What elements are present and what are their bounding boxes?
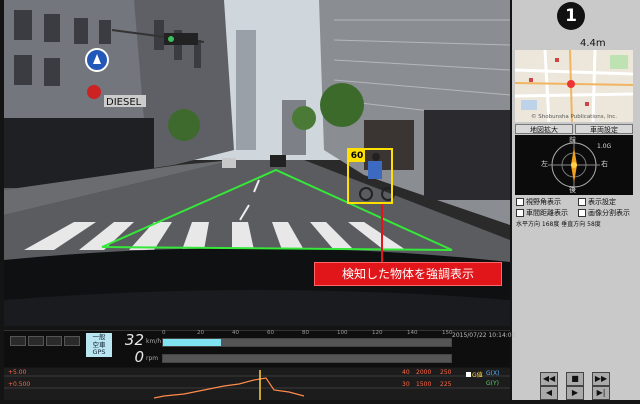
speed-bar: [162, 338, 452, 347]
step-back-button[interactable]: ◀: [540, 386, 558, 400]
status-indicator: 一般 空車 GPS: [86, 333, 112, 357]
g-sensor-compass: 前 後 左 右 1.0G: [515, 135, 633, 195]
speed-tick-label: 150: [442, 330, 453, 336]
graph-tick: 40: [402, 369, 410, 376]
speed-tick-label: 100: [337, 330, 348, 336]
compass-front: 前: [569, 136, 576, 144]
speed-tick-label: 0: [162, 330, 166, 336]
graph-tick: 30: [402, 381, 410, 388]
camera-number[interactable]: 1: [557, 2, 585, 30]
compass-right: 右: [601, 160, 608, 168]
vehicle-settings-button[interactable]: 車両設定: [575, 124, 633, 134]
fov-display-checkbox[interactable]: 視野角表示: [516, 197, 561, 207]
speed-tick-label: 40: [232, 330, 239, 336]
graph-tick: 2000: [416, 369, 432, 376]
checkbox-icon: [516, 209, 524, 217]
legend-gx[interactable]: G(X): [486, 370, 499, 377]
graph-tick: 225: [440, 381, 452, 388]
status-gps: GPS: [92, 348, 106, 356]
following-distance-checkbox[interactable]: 車間距離表示: [516, 208, 568, 218]
speed-tick-label: 60: [267, 330, 274, 336]
rpm-value: 0: [134, 348, 144, 366]
play-button[interactable]: ▶: [566, 386, 584, 400]
checkbox-icon: [578, 209, 586, 217]
rewind-button[interactable]: ◀◀: [540, 372, 558, 386]
graph-tick-top: +5.00: [8, 369, 27, 376]
stop-button[interactable]: ■: [566, 372, 584, 386]
display-settings-label: 表示設定: [588, 198, 616, 206]
diesel-sign: DIESEL: [106, 97, 142, 108]
compass-left: 左: [541, 160, 548, 168]
graph-tick-mid: +0.500: [8, 381, 31, 388]
checkbox-icon: [578, 198, 586, 206]
detection-label: 60: [349, 150, 365, 162]
map-zoom-button[interactable]: 地図拡大: [515, 124, 573, 134]
speed-tick-label: 140: [407, 330, 418, 336]
speed-tick-label: 80: [302, 330, 309, 336]
fov-display-label: 視野角表示: [526, 198, 561, 206]
fast-forward-button[interactable]: ▶▶: [592, 372, 610, 386]
timestamp: 2015/07/22 10:14:08: [452, 332, 516, 339]
direction-readout: 水平方向 168度 垂直方向 58度: [516, 221, 601, 228]
split-view-checkbox[interactable]: 画像分割表示: [578, 208, 630, 218]
indicator-led: [10, 336, 26, 346]
distance-readout: 4.4m: [580, 38, 606, 49]
speed-ticks: 0 20 40 60 80 100 120 140 150: [162, 330, 453, 338]
compass-scale: 1.0G: [597, 143, 612, 150]
checkbox-icon: [516, 198, 524, 206]
legend-gvalue[interactable]: G値: [466, 370, 483, 379]
indicator-led: [46, 336, 62, 346]
graph-tick: 1500: [416, 381, 432, 388]
speed-unit: km/h: [146, 338, 162, 345]
compass-back: 後: [569, 186, 576, 194]
following-distance-label: 車間距離表示: [526, 209, 568, 217]
speed-tick-label: 20: [197, 330, 204, 336]
highlight-callout: 検知した物体を強調表示: [314, 262, 502, 286]
indicator-led: [28, 336, 44, 346]
step-forward-button[interactable]: ▶|: [592, 386, 610, 400]
rpm-unit: rpm: [146, 355, 159, 362]
speed-value: 32: [124, 331, 144, 349]
map-view[interactable]: © Shobunsha Publications, Inc.: [515, 50, 633, 122]
speed-bar-fill: [163, 339, 221, 346]
legend-gy[interactable]: G(Y): [486, 380, 499, 387]
sensor-graph-lines: [4, 370, 510, 400]
split-view-label: 画像分割表示: [588, 209, 630, 217]
display-settings-button[interactable]: 表示設定: [578, 197, 616, 207]
indicator-led: [64, 336, 80, 346]
map-graphic: [515, 50, 633, 122]
rpm-bar: [162, 354, 452, 363]
location-marker-icon: [567, 80, 575, 88]
map-copyright: © Shobunsha Publications, Inc.: [531, 114, 617, 120]
speed-tick-label: 120: [372, 330, 383, 336]
graph-tick: 250: [440, 369, 452, 376]
sensor-graph: +5.00 +0.500 40 30 2000 1500 250 225 G値 …: [4, 368, 510, 400]
